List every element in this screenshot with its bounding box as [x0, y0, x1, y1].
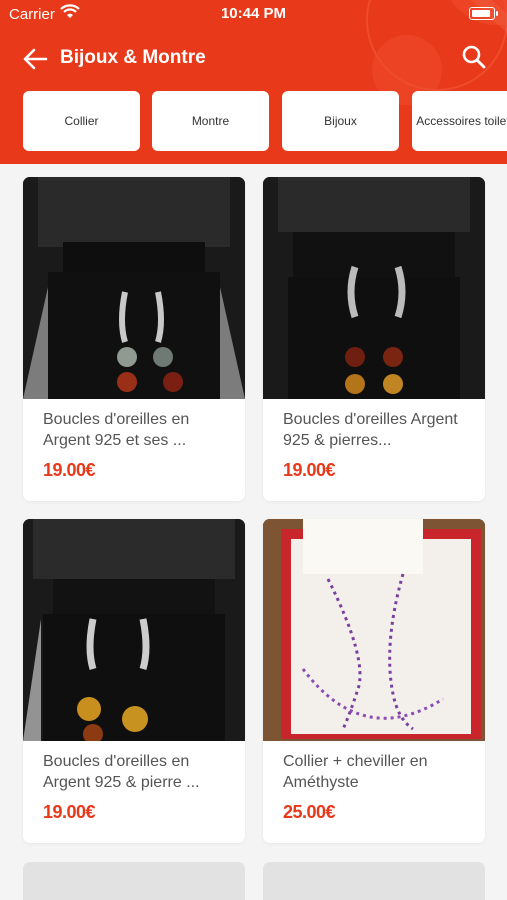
product-image [263, 177, 485, 399]
product-price: 25.00€ [283, 802, 336, 822]
product-image [23, 177, 245, 399]
product-title: Collier + cheviller en Améthyste [283, 753, 428, 791]
status-bar: Carrier 10:44 PM [0, 0, 507, 30]
category-chip-collier[interactable]: Collier [23, 91, 140, 151]
product-title: Boucles d'oreilles en Argent 925 et ses … [43, 411, 190, 449]
category-chip-montre[interactable]: Montre [152, 91, 269, 151]
product-card[interactable]: Collier + cheviller en Améthyste 25.00€ [263, 519, 485, 843]
battery-icon [469, 7, 498, 20]
product-title: Boucles d'oreilles Argent 925 & pierres.… [283, 411, 458, 449]
product-title: Boucles d'oreilles en Argent 925 & pierr… [43, 753, 200, 791]
product-price: 19.00€ [283, 460, 336, 480]
product-price: 19.00€ [43, 460, 96, 480]
product-price: 19.00€ [43, 802, 96, 822]
page-title: Bijoux & Montre [60, 47, 206, 68]
product-image [23, 519, 245, 741]
product-card-placeholder [263, 862, 485, 900]
status-time: 10:44 PM [220, 5, 287, 22]
product-image [263, 519, 485, 741]
app-header: Carrier 10:44 PM Bijoux & Montre Collier… [0, 0, 507, 164]
category-chip-accessoires[interactable]: Accessoires toilettes [412, 91, 507, 151]
product-card[interactable]: Boucles d'oreilles Argent 925 & pierres.… [263, 177, 485, 501]
product-card[interactable]: Boucles d'oreilles en Argent 925 & pierr… [23, 519, 245, 843]
product-card[interactable]: Boucles d'oreilles en Argent 925 et ses … [23, 177, 245, 501]
product-card-placeholder [23, 862, 245, 900]
search-icon[interactable] [461, 44, 487, 70]
category-chips: Collier Montre Bijoux Accessoires toilet… [23, 91, 507, 151]
category-chip-bijoux[interactable]: Bijoux [282, 91, 399, 151]
back-arrow-icon[interactable] [22, 46, 48, 72]
